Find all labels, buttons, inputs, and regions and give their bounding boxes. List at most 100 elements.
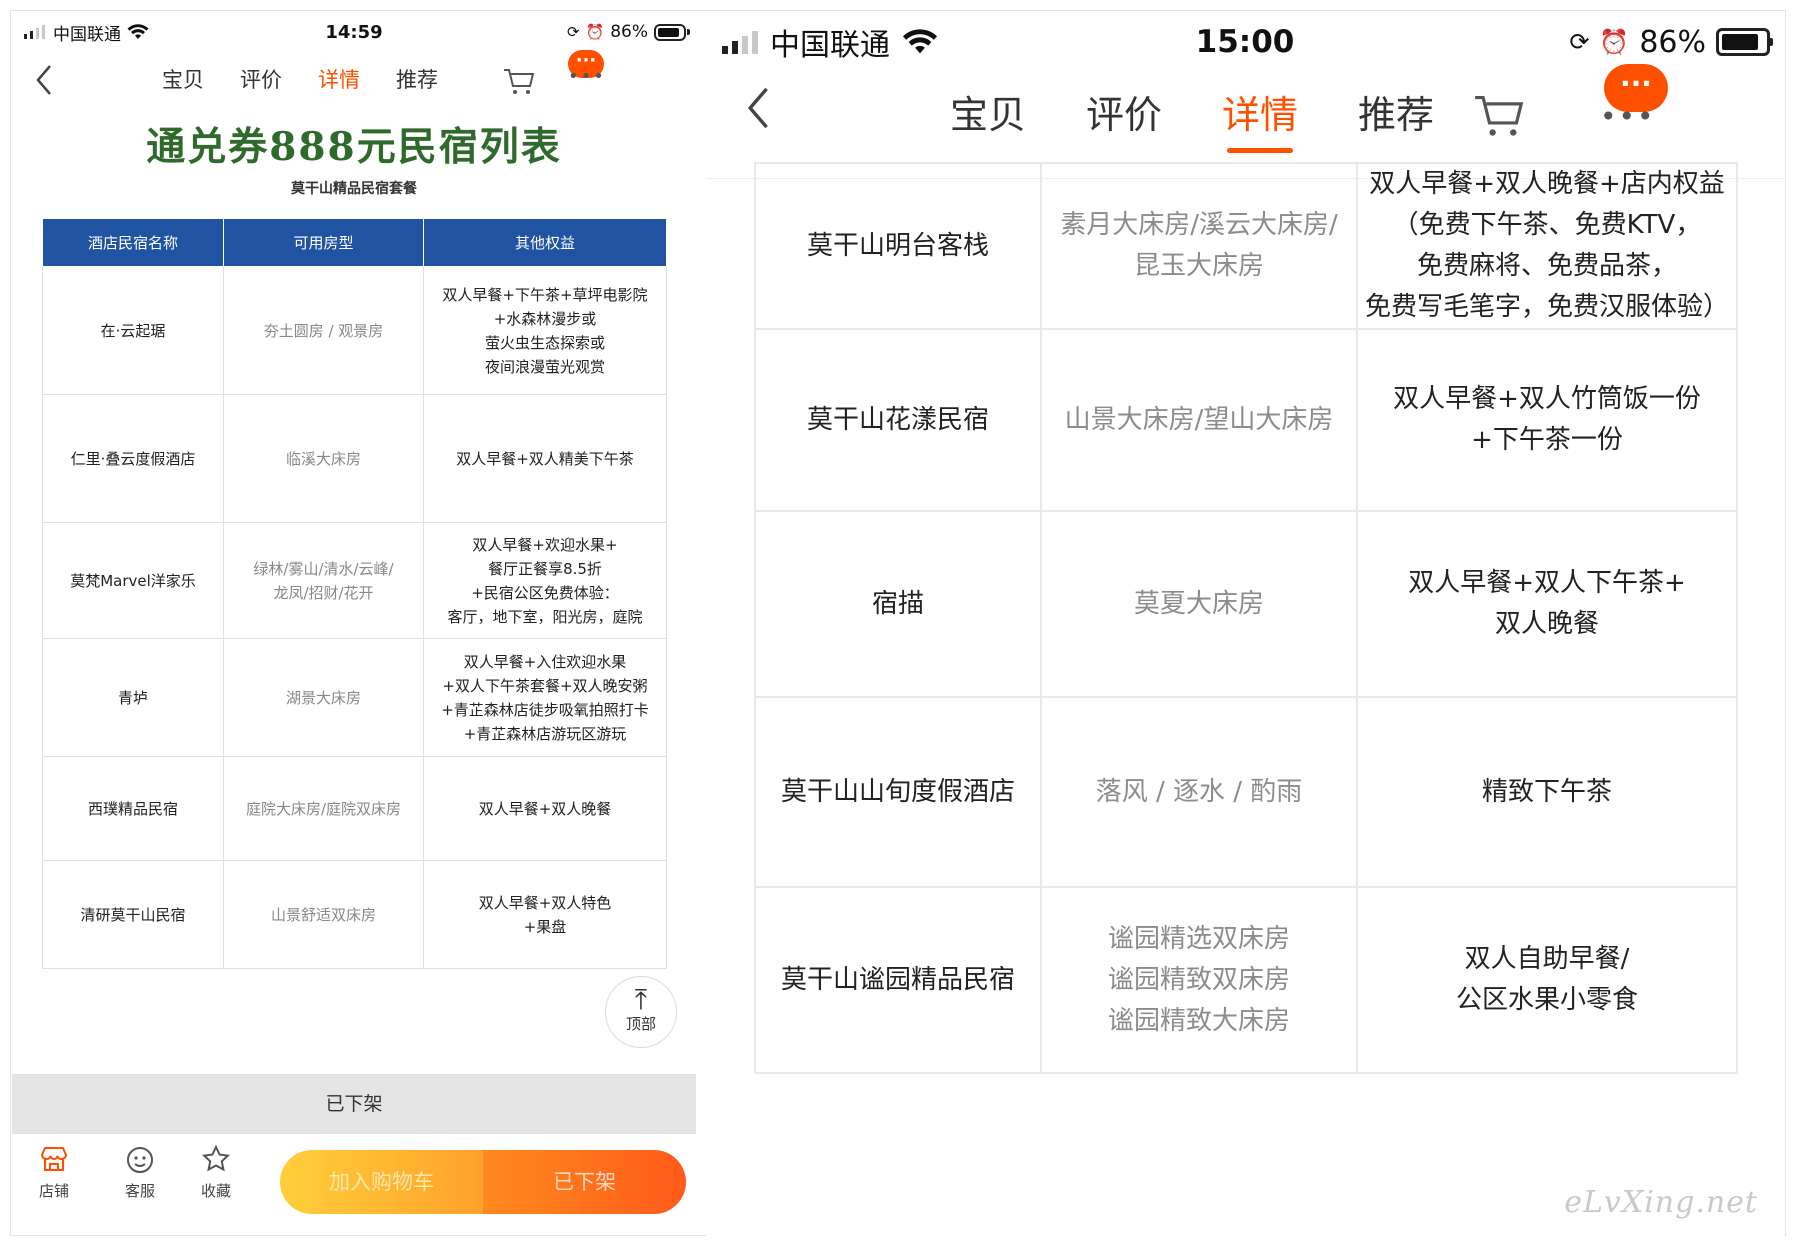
alarm-icon: ⏰ (1599, 28, 1630, 56)
table-row: 莫干山谧园精品民宿 谧园精选双床房 谧园精致双床房 谧园精致大床房 双人自助早餐/ … (754, 886, 1738, 1074)
tab-reviews[interactable]: 评价 (1086, 84, 1162, 139)
back-to-top-button[interactable]: ⤒ 顶部 (605, 976, 677, 1048)
tab-details[interactable]: 详情 (1222, 84, 1298, 139)
room-type-cell: 莫夏大床房 (1040, 510, 1358, 698)
service-face-icon (110, 1144, 170, 1180)
table-row: 莫干山明台客栈 素月大床房/溪云大床房/ 昆玉大床房 双人早餐+双人晚餐+店内权益 … (754, 162, 1738, 330)
tab-recommend[interactable]: 推荐 (1358, 84, 1434, 139)
battery-percent: 86% (610, 22, 648, 42)
benefits-cell: 双人早餐+双人晚餐+店内权益 （免费下午茶、免费KTV， 免费麻将、免费品茶， … (1356, 162, 1738, 330)
benefits-cell: 双人自助早餐/ 公区水果小零食 (1356, 886, 1738, 1074)
tab-details[interactable]: 详情 (318, 64, 360, 94)
table-row: 莫梵Marvel洋家乐 绿林/雾山/清水/云峰/ 龙凤/招财/花开 双人早餐+欢迎水… (42, 522, 667, 639)
cart-button[interactable] (502, 64, 536, 102)
watermark: eLvXing.net (1564, 1185, 1758, 1220)
room-type-cell: 山景大床房/望山大床房 (1040, 328, 1358, 512)
arrow-up-icon: ⤒ (634, 983, 648, 1016)
room-type-cell: 绿林/雾山/清水/云峰/ 龙凤/招财/花开 (223, 522, 424, 639)
hotel-name-cell: 莫干山山旬度假酒店 (754, 696, 1042, 888)
bottom-action-bar: 店铺 客服 收藏 加入购物车 已下架 (12, 1134, 696, 1220)
add-to-cart-button[interactable]: 加入购物车 (280, 1150, 483, 1214)
header-room-type: 可用房型 (223, 218, 424, 267)
hotel-table: 酒店民宿名称 可用房型 其他权益 在·云起琚 夯土圆房 / 观景房 双人早餐+下午茶… (42, 218, 667, 969)
right-phone-screen: 中国联通 15:00 ⟳ ⏰ 86% 宝贝 评价 详情 推荐 ··· ••• 莫干山明… (706, 12, 1784, 1238)
benefits-cell: 精致下午茶 (1356, 696, 1738, 888)
table-row: 仁里·叠云度假酒店 临溪大床房 双人早餐+双人精美下午茶 (42, 394, 667, 523)
room-type-cell: 夯土圆房 / 观景房 (223, 266, 424, 395)
tab-item[interactable]: 宝贝 (950, 84, 1026, 139)
benefits-cell: 双人早餐+下午茶+草坪电影院 +水森林漫步或 萤火虫生态探索或 夜间浪漫萤光观赏 (423, 266, 667, 395)
hotel-name-cell: 莫梵Marvel洋家乐 (42, 522, 224, 639)
battery-icon (654, 23, 690, 41)
nav-tabs: 宝贝 评价 详情 推荐 (950, 84, 1494, 139)
room-type-cell: 素月大床房/溪云大床房/ 昆玉大床房 (1040, 162, 1358, 330)
table-row: 青垆 湖景大床房 双人早餐+入住欢迎水果 +双人下午茶套餐+双人晚安粥 +青芷森林店… (42, 638, 667, 757)
table-header-row: 酒店民宿名称 可用房型 其他权益 (42, 218, 667, 267)
tab-item[interactable]: 宝贝 (162, 64, 204, 94)
page-title: 通兑券888元民宿列表 (146, 124, 562, 170)
hotel-name-cell: 仁里·叠云度假酒店 (42, 394, 224, 523)
battery-icon (1716, 28, 1773, 56)
benefits-cell: 双人早餐+双人晚餐 (423, 756, 667, 861)
nav-tabs: 宝贝 评价 详情 推荐 (162, 64, 474, 94)
benefits-cell: 双人早餐+双人精美下午茶 (423, 394, 667, 523)
chevron-left-icon (36, 65, 51, 95)
off-shelf-bar: 已下架 (12, 1074, 696, 1134)
status-bar: 中国联通 14:59 ⟳ ⏰ 86% (12, 18, 696, 46)
shop-button[interactable]: 店铺 (24, 1144, 84, 1201)
battery-percent: 86% (1639, 24, 1706, 60)
rotation-lock-icon: ⟳ (1569, 28, 1590, 56)
status-bar: 中国联通 15:00 ⟳ ⏰ 86% (706, 20, 1784, 64)
cart-button[interactable] (1472, 88, 1526, 146)
status-right: ⟳ ⏰ 86% (1569, 24, 1773, 60)
back-button[interactable] (32, 62, 62, 98)
tab-reviews[interactable]: 评价 (240, 64, 282, 94)
buy-button-off-shelf[interactable]: 已下架 (483, 1150, 686, 1214)
benefits-cell: 双人早餐+欢迎水果+ 餐厅正餐享8.5折 +民宿公区免费体验： 客厅，地下室，阳… (423, 522, 667, 639)
cart-icon (1475, 95, 1524, 136)
table-row: 清研莫干山民宿 山景舒适双床房 双人早餐+双人特色 +果盘 (42, 860, 667, 969)
room-type-cell: 临溪大床房 (223, 394, 424, 523)
hotel-name-cell: 莫干山花漾民宿 (754, 328, 1042, 512)
hotel-name-cell: 青垆 (42, 638, 224, 757)
status-right: ⟳ ⏰ 86% (566, 22, 690, 42)
benefits-cell: 双人早餐+双人竹筒饭一份 +下午茶一份 (1356, 328, 1738, 512)
benefits-cell: 双人早餐+双人特色 +果盘 (423, 860, 667, 969)
room-type-cell: 湖景大床房 (223, 638, 424, 757)
room-type-cell: 山景舒适双床房 (223, 860, 424, 969)
table-row: 莫干山花漾民宿 山景大床房/望山大床房 双人早餐+双人竹筒饭一份 +下午茶一份 (754, 328, 1738, 512)
back-to-top-label: 顶部 (625, 1015, 656, 1033)
hotel-table: 莫干山明台客栈 素月大床房/溪云大床房/ 昆玉大床房 双人早餐+双人晚餐+店内权益 … (754, 162, 1738, 1074)
shop-label: 店铺 (38, 1182, 69, 1200)
hotel-name-cell: 莫干山明台客栈 (754, 162, 1042, 330)
hotel-name-cell: 在·云起琚 (42, 266, 224, 395)
rotation-lock-icon: ⟳ (566, 23, 580, 41)
service-label: 客服 (124, 1182, 155, 1200)
room-type-cell: 谧园精选双床房 谧园精致双床房 谧园精致大床房 (1040, 886, 1358, 1074)
cart-icon (504, 69, 535, 94)
customer-service-button[interactable]: 客服 (110, 1144, 170, 1201)
list-title-block: 通兑券888元民宿列表 莫干山精品民宿套餐 (26, 116, 682, 198)
table-row: 宿描 莫夏大床房 双人早餐+双人下午茶+ 双人晚餐 (754, 510, 1738, 698)
header-hotel-name: 酒店民宿名称 (42, 218, 224, 267)
hotel-name-cell: 宿描 (754, 510, 1042, 698)
shop-icon (24, 1144, 84, 1180)
table-row: 莫干山山旬度假酒店 落风 / 逐水 / 酌雨 精致下午茶 (754, 696, 1738, 888)
back-button[interactable] (742, 82, 782, 134)
alarm-icon: ⏰ (585, 23, 605, 41)
hotel-name-cell: 莫干山谧园精品民宿 (754, 886, 1042, 1074)
hotel-name-cell: 西璞精品民宿 (42, 756, 224, 861)
favorite-button[interactable]: 收藏 (186, 1144, 246, 1201)
benefits-cell: 双人早餐+入住欢迎水果 +双人下午茶套餐+双人晚安粥 +青芷森林店徒步吸氧拍照打… (423, 638, 667, 757)
more-icon[interactable]: ••• (568, 66, 606, 87)
table-row: 在·云起琚 夯土圆房 / 观景房 双人早餐+下午茶+草坪电影院 +水森林漫步或 萤火… (42, 266, 667, 395)
left-phone-screen: 中国联通 14:59 ⟳ ⏰ 86% 宝贝 评价 详情 推荐 ··· ••• 通兑券8… (12, 12, 696, 1220)
header-benefits: 其他权益 (423, 218, 667, 267)
purchase-buttons: 加入购物车 已下架 (280, 1150, 686, 1214)
tab-recommend[interactable]: 推荐 (396, 64, 438, 94)
more-icon[interactable]: ••• (1600, 100, 1656, 133)
page-subtitle: 莫干山精品民宿套餐 (291, 181, 417, 197)
chevron-left-icon (747, 87, 768, 129)
room-type-cell: 落风 / 逐水 / 酌雨 (1040, 696, 1358, 888)
room-type-cell: 庭院大床房/庭院双床房 (223, 756, 424, 861)
